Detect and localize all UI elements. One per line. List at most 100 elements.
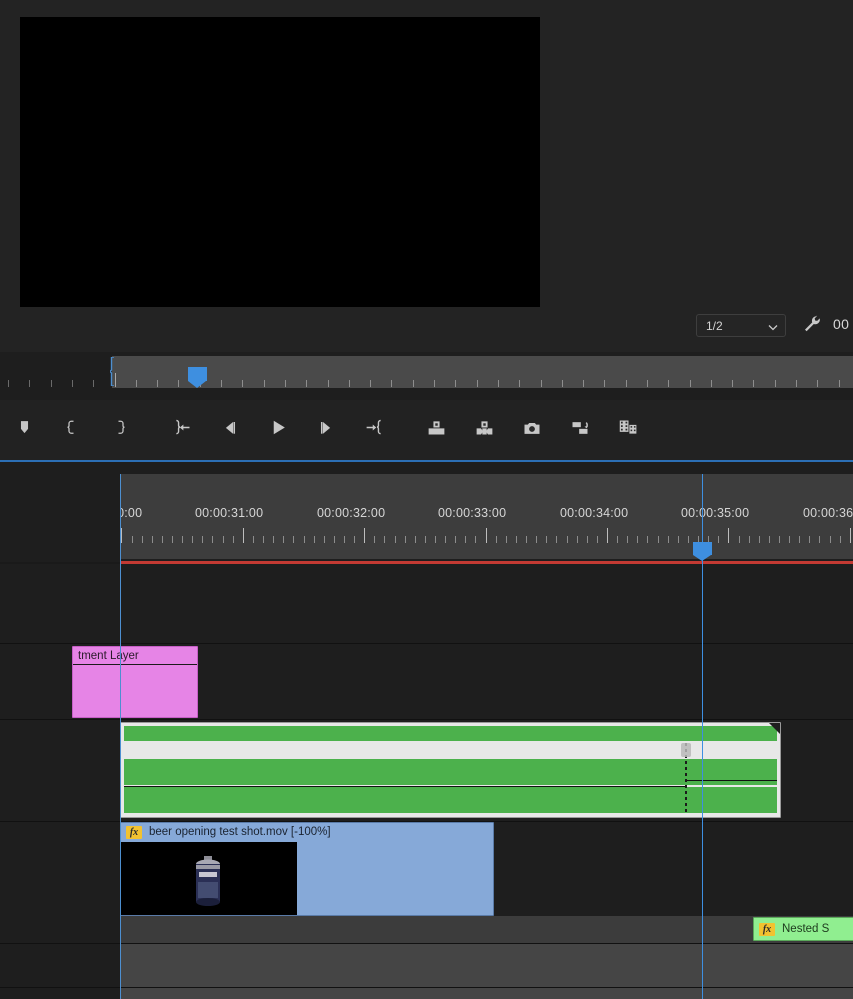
step-back-button[interactable] — [206, 407, 254, 453]
program-monitor-panel: 1/2 00 — [0, 0, 853, 352]
timeline-timecode-label: 00:00:33:00 — [438, 506, 507, 520]
play-stop-button[interactable] — [254, 407, 302, 453]
audio-keyframe-line-left[interactable] — [124, 786, 687, 787]
timeline-playhead-handle[interactable] — [693, 542, 712, 561]
monitor-playhead-tip — [188, 381, 206, 388]
go-to-in-button[interactable] — [158, 407, 206, 453]
clip-nested-sequence-audio[interactable]: fx Nested S — [753, 917, 853, 941]
timeline-ruler-tick — [233, 536, 234, 543]
timeline-ruler-tick — [516, 536, 517, 543]
mark-in-button[interactable] — [48, 407, 96, 453]
timeline-ruler-tick — [475, 536, 476, 543]
scrub-tick — [221, 380, 222, 387]
scrub-tick — [775, 380, 776, 387]
scrub-tick — [328, 380, 329, 387]
clip-thumbnail — [121, 842, 297, 915]
button-editor-button[interactable] — [604, 407, 652, 453]
timeline-timecode-label: 00:00:34:00 — [560, 506, 629, 520]
track-nested-sequence-header[interactable] — [0, 720, 120, 822]
clip-label: fx Nested S — [754, 918, 853, 940]
premiere-pro-window: 1/2 00 9:00 — [0, 0, 853, 999]
track-audio-1-lane[interactable]: fx Nested S — [120, 916, 853, 944]
timeline-ruler-tick — [850, 528, 851, 543]
extract-icon — [474, 417, 495, 443]
program-monitor-timecode[interactable]: 00 — [833, 316, 849, 332]
chevron-down-icon — [768, 321, 778, 330]
track-video-mov-lane[interactable]: fx beer opening test shot.mov [-100%] — [120, 822, 853, 926]
track-nested-sequence-lane[interactable]: fxNested Sequence 25 — [120, 720, 853, 822]
timeline-ruler-tick — [121, 528, 122, 543]
mark-out-button[interactable] — [96, 407, 144, 453]
step-forward-button[interactable] — [302, 407, 350, 453]
timeline-ruler-tick — [435, 536, 436, 543]
scrub-tick — [264, 380, 265, 387]
lift-button[interactable] — [412, 407, 460, 453]
timeline-ruler-tick — [526, 536, 527, 543]
scrub-tick — [413, 380, 414, 387]
timeline-ruler-tick — [556, 536, 557, 543]
timeline-ruler-tick — [546, 536, 547, 543]
monitor-scrub-bar[interactable] — [0, 355, 853, 388]
track-audio-3-header[interactable] — [0, 988, 120, 999]
monitor-playhead[interactable] — [188, 367, 207, 388]
comparison-view-button[interactable] — [556, 407, 604, 453]
export-frame-button[interactable] — [508, 407, 556, 453]
filmstrip-icon — [618, 417, 639, 443]
scrub-tick — [626, 380, 627, 387]
timeline-ruler-tick — [567, 536, 568, 543]
track-adjustment-layer: tment Layer — [0, 644, 853, 720]
timeline-ruler-tick — [728, 528, 729, 543]
timeline-ruler-tick — [597, 536, 598, 543]
timeline-ruler-tick — [324, 536, 325, 543]
timeline-ruler-tick — [587, 536, 588, 543]
scrub-tick — [668, 380, 669, 387]
timeline-ruler-tick — [182, 536, 183, 543]
scrub-tick — [178, 380, 179, 387]
scrub-tick-marks — [0, 355, 853, 388]
timeline-track-header-area — [0, 462, 120, 562]
timeline-ruler-tick — [637, 536, 638, 543]
extract-button[interactable] — [460, 407, 508, 453]
clip-beer-opening-test-shot[interactable]: fx beer opening test shot.mov [-100%] — [120, 822, 494, 916]
scrub-tick — [51, 380, 52, 387]
track-audio-2-header[interactable] — [0, 944, 120, 988]
timeline-ruler-tick — [384, 536, 385, 543]
marker-icon — [16, 419, 33, 441]
scrub-tick — [157, 380, 158, 387]
playback-resolution-select[interactable]: 1/2 — [696, 314, 786, 337]
clip-adjustment-layer[interactable]: tment Layer — [72, 646, 198, 718]
link-handle-icon[interactable] — [681, 743, 691, 757]
timeline-ruler-tick — [496, 536, 497, 543]
track-audio-1-header[interactable] — [0, 916, 120, 944]
timeline-timecode-label: 00:00:31:00 — [195, 506, 264, 520]
track-audio-3-lane[interactable] — [120, 988, 853, 999]
timeline-ruler-tick — [819, 536, 820, 543]
add-marker-button[interactable] — [0, 407, 48, 453]
track-video-mov-header[interactable] — [0, 822, 120, 926]
timeline-ruler-tick — [668, 536, 669, 543]
timeline-ruler-tick — [374, 536, 375, 543]
settings-wrench-button[interactable] — [800, 314, 824, 338]
track-audio-2-lane[interactable] — [120, 944, 853, 988]
scrub-in-point-icon[interactable] — [109, 356, 115, 387]
toolbar-separator — [398, 430, 412, 431]
scrub-tick — [306, 380, 307, 387]
scrub-tick — [72, 380, 73, 387]
timeline-ruler-tick — [314, 536, 315, 543]
fx-badge-icon: fx — [759, 922, 775, 936]
timeline-ruler-tick — [617, 536, 618, 543]
scrub-tick — [115, 373, 116, 387]
program-monitor-video[interactable] — [20, 17, 540, 307]
track-video-upper-header[interactable] — [0, 564, 120, 644]
clip-nested-sequence-25[interactable]: fxNested Sequence 25 — [120, 722, 781, 818]
track-video-mov: fx beer opening test shot.mov [-100%] — [0, 822, 853, 926]
timeline-ruler-tick — [212, 536, 213, 543]
monitor-playhead-head — [188, 367, 207, 381]
timeline-ruler-tick — [223, 536, 224, 543]
timeline-ruler-tick — [395, 536, 396, 543]
track-video-upper-lane[interactable] — [120, 564, 853, 644]
audio-keyframe-line-right[interactable] — [687, 780, 777, 781]
timeline-ruler-tick — [425, 536, 426, 543]
track-adjustment-layer-lane[interactable]: tment Layer — [72, 644, 853, 720]
go-to-out-button[interactable] — [350, 407, 398, 453]
